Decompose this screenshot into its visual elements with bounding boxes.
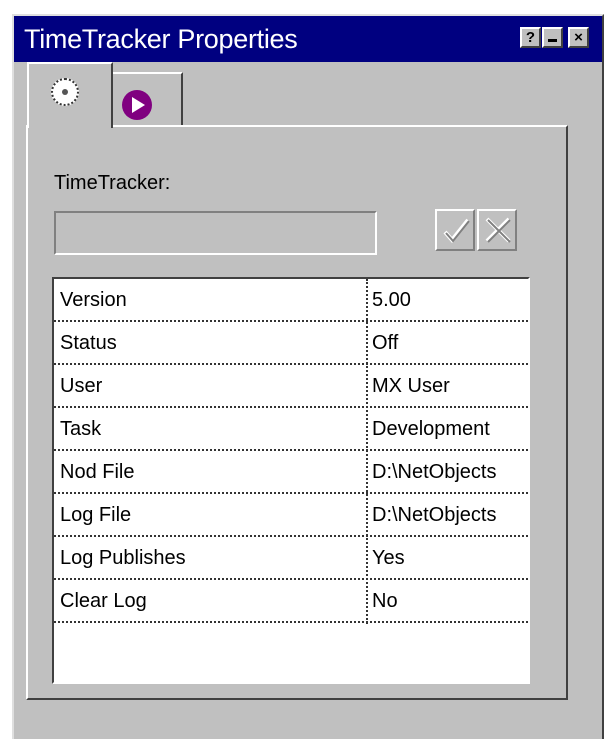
table-row[interactable]: Nod File D:\NetObjects <box>54 451 528 494</box>
tab-panel: TimeTracker: Version 5.00 Status Off Use… <box>26 125 568 700</box>
table-row[interactable]: Status Off <box>54 322 528 365</box>
property-name: Status <box>60 332 117 354</box>
property-value[interactable]: Development <box>372 418 528 441</box>
accept-button[interactable] <box>435 209 475 251</box>
window-title: TimeTracker Properties <box>24 24 298 54</box>
property-value[interactable]: D:\NetObjects <box>372 504 528 527</box>
property-value[interactable]: MX User <box>372 375 528 398</box>
table-row[interactable]: Log File D:\NetObjects <box>54 494 528 537</box>
title-bar[interactable]: TimeTracker Properties ? × <box>14 16 602 62</box>
property-name: Version <box>60 289 127 311</box>
table-row[interactable]: Version 5.00 <box>54 279 528 322</box>
table-row[interactable]: Clear Log No <box>54 580 528 623</box>
timetracker-label: TimeTracker: <box>54 172 171 194</box>
table-row[interactable]: Log Publishes Yes <box>54 537 528 580</box>
property-name: Log Publishes <box>60 547 186 569</box>
table-row[interactable]: User MX User <box>54 365 528 408</box>
checkmark-icon <box>443 218 470 244</box>
property-value[interactable]: 5.00 <box>372 289 528 312</box>
property-name: User <box>60 375 103 397</box>
minimize-button[interactable] <box>542 27 563 48</box>
property-value[interactable]: Off <box>372 332 528 355</box>
close-button[interactable]: × <box>568 27 589 48</box>
property-name: Nod File <box>60 461 135 483</box>
reject-button[interactable] <box>477 209 517 251</box>
property-name: Clear Log <box>60 590 147 612</box>
property-name: Log File <box>60 504 132 526</box>
x-icon <box>485 217 511 243</box>
properties-grid[interactable]: Version 5.00 Status Off User MX User Tas… <box>52 277 530 684</box>
table-row[interactable]: Task Development <box>54 408 528 451</box>
play-icon <box>122 90 152 120</box>
property-value[interactable]: No <box>372 590 528 613</box>
help-button[interactable]: ? <box>520 27 541 48</box>
minimize-icon <box>548 39 557 42</box>
tab-general[interactable] <box>27 62 113 128</box>
property-name: Task <box>60 418 102 440</box>
tab-publish[interactable] <box>107 72 183 125</box>
timetracker-input[interactable] <box>54 211 377 255</box>
property-value[interactable]: Yes <box>372 547 528 570</box>
property-value[interactable]: D:\NetObjects <box>372 461 528 484</box>
disc-icon <box>51 78 79 106</box>
